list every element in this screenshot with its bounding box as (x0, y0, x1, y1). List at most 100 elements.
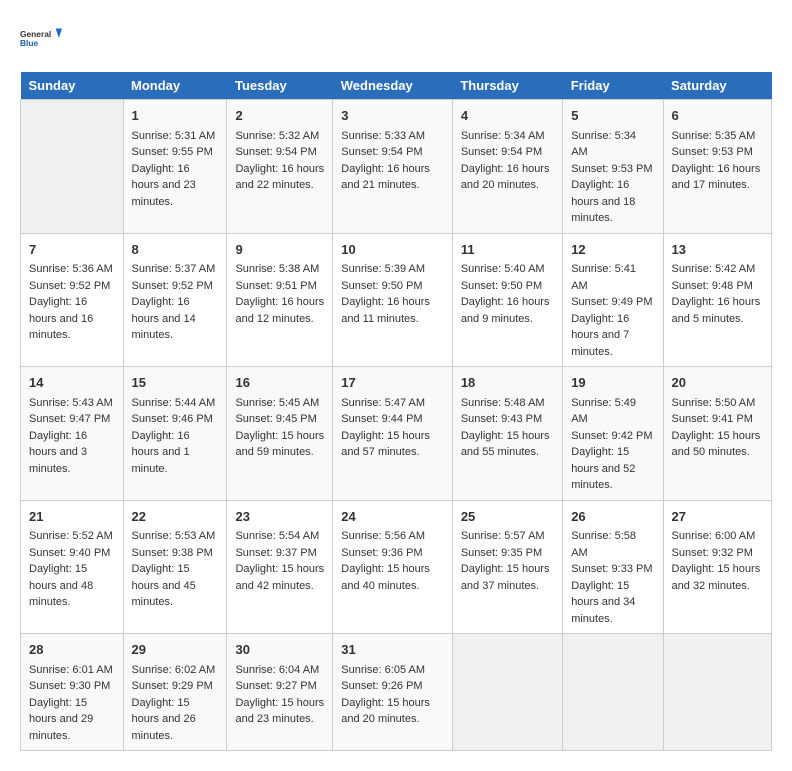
sunset-text: Sunset: 9:37 PM (235, 545, 324, 562)
day-number: 2 (235, 106, 324, 126)
sunset-text: Sunset: 9:36 PM (341, 545, 444, 562)
day-number: 29 (132, 640, 219, 660)
sunrise-text: Sunrise: 5:58 AM (571, 528, 654, 561)
week-row-2: 7Sunrise: 5:36 AMSunset: 9:52 PMDaylight… (21, 233, 772, 367)
sunrise-text: Sunrise: 5:33 AM (341, 128, 444, 145)
calendar-cell: 4Sunrise: 5:34 AMSunset: 9:54 PMDaylight… (452, 100, 562, 234)
sunset-text: Sunset: 9:33 PM (571, 561, 654, 578)
day-number: 30 (235, 640, 324, 660)
day-number: 27 (672, 507, 763, 527)
sunset-text: Sunset: 9:48 PM (672, 278, 763, 295)
calendar-cell: 22Sunrise: 5:53 AMSunset: 9:38 PMDayligh… (123, 500, 227, 634)
calendar-cell: 12Sunrise: 5:41 AMSunset: 9:49 PMDayligh… (563, 233, 663, 367)
calendar-cell (21, 100, 124, 234)
week-row-3: 14Sunrise: 5:43 AMSunset: 9:47 PMDayligh… (21, 367, 772, 501)
calendar-cell: 28Sunrise: 6:01 AMSunset: 9:30 PMDayligh… (21, 634, 124, 751)
calendar-cell: 27Sunrise: 6:00 AMSunset: 9:32 PMDayligh… (663, 500, 771, 634)
daylight-text: Daylight: 16 hours and 18 minutes. (571, 177, 654, 227)
daylight-text: Daylight: 15 hours and 48 minutes. (29, 561, 115, 611)
calendar-cell: 26Sunrise: 5:58 AMSunset: 9:33 PMDayligh… (563, 500, 663, 634)
daylight-text: Daylight: 15 hours and 45 minutes. (132, 561, 219, 611)
daylight-text: Daylight: 15 hours and 37 minutes. (461, 561, 554, 594)
day-number: 17 (341, 373, 444, 393)
day-number: 15 (132, 373, 219, 393)
sunset-text: Sunset: 9:53 PM (571, 161, 654, 178)
sunrise-text: Sunrise: 5:38 AM (235, 261, 324, 278)
daylight-text: Daylight: 16 hours and 11 minutes. (341, 294, 444, 327)
calendar-cell: 14Sunrise: 5:43 AMSunset: 9:47 PMDayligh… (21, 367, 124, 501)
calendar-cell: 13Sunrise: 5:42 AMSunset: 9:48 PMDayligh… (663, 233, 771, 367)
daylight-text: Daylight: 15 hours and 40 minutes. (341, 561, 444, 594)
calendar-cell (452, 634, 562, 751)
sunrise-text: Sunrise: 5:41 AM (571, 261, 654, 294)
day-number: 18 (461, 373, 554, 393)
daylight-text: Daylight: 16 hours and 9 minutes. (461, 294, 554, 327)
daylight-text: Daylight: 15 hours and 42 minutes. (235, 561, 324, 594)
sunset-text: Sunset: 9:46 PM (132, 411, 219, 428)
calendar-cell (563, 634, 663, 751)
sunrise-text: Sunrise: 5:39 AM (341, 261, 444, 278)
daylight-text: Daylight: 15 hours and 57 minutes. (341, 428, 444, 461)
week-row-4: 21Sunrise: 5:52 AMSunset: 9:40 PMDayligh… (21, 500, 772, 634)
sunrise-text: Sunrise: 5:40 AM (461, 261, 554, 278)
daylight-text: Daylight: 15 hours and 26 minutes. (132, 695, 219, 745)
sunrise-text: Sunrise: 5:32 AM (235, 128, 324, 145)
daylight-text: Daylight: 15 hours and 32 minutes. (672, 561, 763, 594)
sunset-text: Sunset: 9:52 PM (132, 278, 219, 295)
calendar-cell: 31Sunrise: 6:05 AMSunset: 9:26 PMDayligh… (333, 634, 453, 751)
sunrise-text: Sunrise: 5:42 AM (672, 261, 763, 278)
calendar-cell: 18Sunrise: 5:48 AMSunset: 9:43 PMDayligh… (452, 367, 562, 501)
header-sunday: Sunday (21, 72, 124, 100)
daylight-text: Daylight: 15 hours and 20 minutes. (341, 695, 444, 728)
calendar-cell: 5Sunrise: 5:34 AMSunset: 9:53 PMDaylight… (563, 100, 663, 234)
day-number: 6 (672, 106, 763, 126)
day-number: 31 (341, 640, 444, 660)
calendar-cell: 23Sunrise: 5:54 AMSunset: 9:37 PMDayligh… (227, 500, 333, 634)
sunset-text: Sunset: 9:45 PM (235, 411, 324, 428)
daylight-text: Daylight: 16 hours and 16 minutes. (29, 294, 115, 344)
header-wednesday: Wednesday (333, 72, 453, 100)
daylight-text: Daylight: 16 hours and 3 minutes. (29, 428, 115, 478)
sunset-text: Sunset: 9:50 PM (461, 278, 554, 295)
calendar-cell: 3Sunrise: 5:33 AMSunset: 9:54 PMDaylight… (333, 100, 453, 234)
week-row-1: 1Sunrise: 5:31 AMSunset: 9:55 PMDaylight… (21, 100, 772, 234)
day-number: 23 (235, 507, 324, 527)
day-number: 28 (29, 640, 115, 660)
sunrise-text: Sunrise: 5:31 AM (132, 128, 219, 145)
daylight-text: Daylight: 16 hours and 1 minute. (132, 428, 219, 478)
sunrise-text: Sunrise: 6:00 AM (672, 528, 763, 545)
day-number: 19 (571, 373, 654, 393)
day-number: 13 (672, 240, 763, 260)
calendar-cell: 7Sunrise: 5:36 AMSunset: 9:52 PMDaylight… (21, 233, 124, 367)
daylight-text: Daylight: 16 hours and 17 minutes. (672, 161, 763, 194)
sunrise-text: Sunrise: 5:48 AM (461, 395, 554, 412)
day-number: 25 (461, 507, 554, 527)
calendar-cell: 30Sunrise: 6:04 AMSunset: 9:27 PMDayligh… (227, 634, 333, 751)
day-number: 26 (571, 507, 654, 527)
calendar-header-row: SundayMondayTuesdayWednesdayThursdayFrid… (21, 72, 772, 100)
daylight-text: Daylight: 15 hours and 55 minutes. (461, 428, 554, 461)
daylight-text: Daylight: 15 hours and 34 minutes. (571, 578, 654, 628)
sunrise-text: Sunrise: 5:56 AM (341, 528, 444, 545)
sunrise-text: Sunrise: 6:04 AM (235, 662, 324, 679)
daylight-text: Daylight: 15 hours and 52 minutes. (571, 444, 654, 494)
daylight-text: Daylight: 16 hours and 23 minutes. (132, 161, 219, 211)
page-header: General Blue (20, 20, 772, 56)
sunrise-text: Sunrise: 5:47 AM (341, 395, 444, 412)
sunrise-text: Sunrise: 6:05 AM (341, 662, 444, 679)
sunset-text: Sunset: 9:52 PM (29, 278, 115, 295)
calendar-cell: 21Sunrise: 5:52 AMSunset: 9:40 PMDayligh… (21, 500, 124, 634)
day-number: 5 (571, 106, 654, 126)
sunset-text: Sunset: 9:29 PM (132, 678, 219, 695)
sunset-text: Sunset: 9:32 PM (672, 545, 763, 562)
day-number: 4 (461, 106, 554, 126)
sunrise-text: Sunrise: 5:34 AM (461, 128, 554, 145)
svg-text:Blue: Blue (20, 38, 38, 48)
day-number: 10 (341, 240, 444, 260)
daylight-text: Daylight: 16 hours and 20 minutes. (461, 161, 554, 194)
daylight-text: Daylight: 16 hours and 22 minutes. (235, 161, 324, 194)
calendar-cell: 19Sunrise: 5:49 AMSunset: 9:42 PMDayligh… (563, 367, 663, 501)
sunset-text: Sunset: 9:42 PM (571, 428, 654, 445)
sunrise-text: Sunrise: 5:35 AM (672, 128, 763, 145)
sunset-text: Sunset: 9:51 PM (235, 278, 324, 295)
